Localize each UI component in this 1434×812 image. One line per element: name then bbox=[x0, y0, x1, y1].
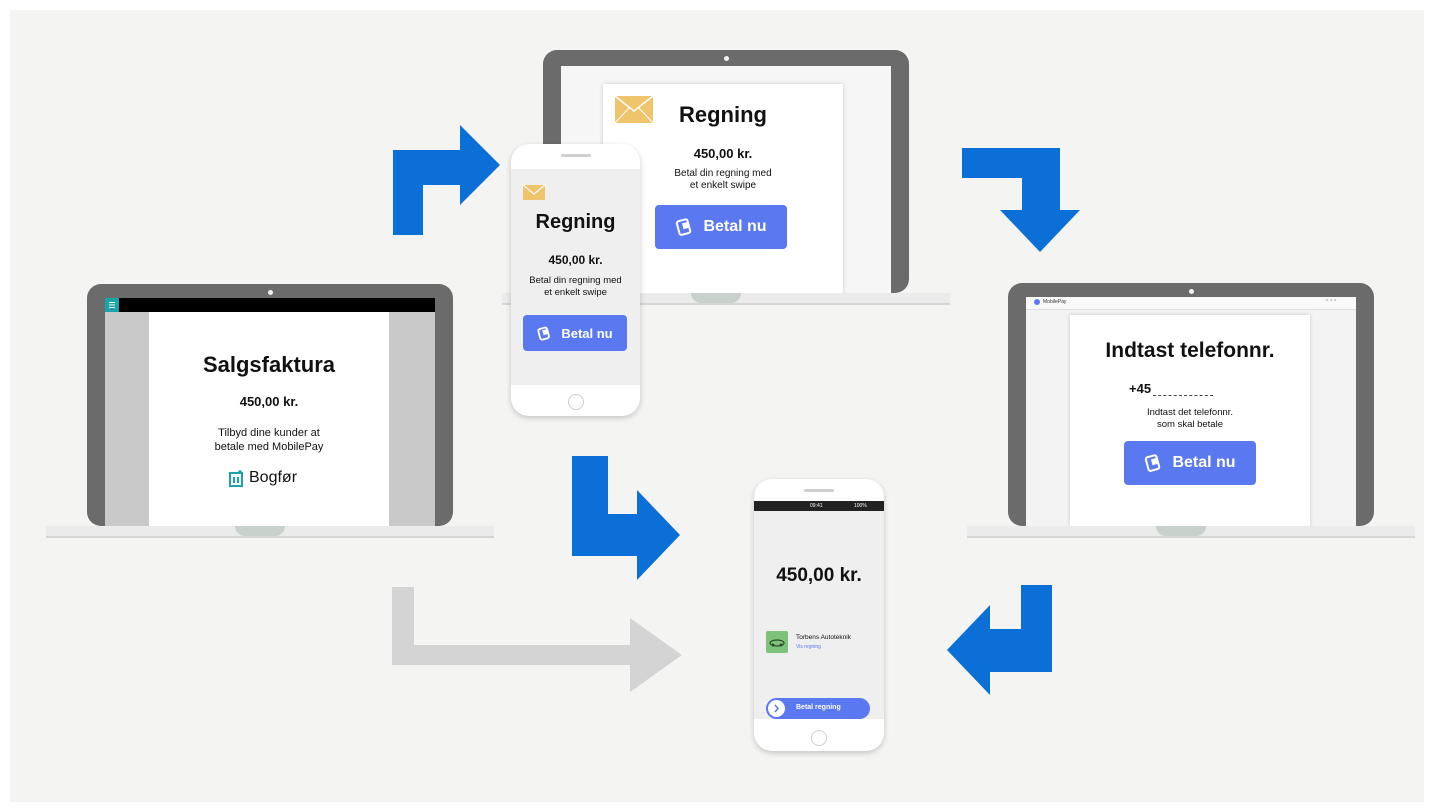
phone-prefix: +45 bbox=[1129, 381, 1152, 396]
status-bar: 09:41 100% bbox=[754, 501, 884, 511]
merchant-logo-icon bbox=[766, 631, 788, 653]
pay-now-label: Betal nu bbox=[1172, 454, 1236, 471]
right-laptop-screen: MobilePay ▫▫▫ Indtast telefonnr. +45 Ind… bbox=[1026, 297, 1356, 526]
browser-bar: MobilePay ▫▫▫ bbox=[1026, 297, 1356, 310]
bogfor-logo-icon bbox=[229, 470, 243, 487]
invoice-amount: 450,00 kr. bbox=[239, 394, 299, 409]
phone-number-input-line[interactable] bbox=[1153, 385, 1214, 396]
phone-entry-desc-line2: som skal betale bbox=[1156, 419, 1223, 430]
flow-diagram-canvas: Salgsfaktura 450,00 kr. Tilbyd dine kund… bbox=[10, 10, 1424, 802]
swipe-label: Betal regning bbox=[796, 704, 841, 711]
invoice-page: Salgsfaktura 450,00 kr. Tilbyd dine kund… bbox=[149, 312, 389, 526]
bill-title: Regning bbox=[679, 102, 767, 127]
bogfor-label: Bogfør bbox=[249, 469, 298, 486]
arrow-down-right bbox=[572, 456, 680, 580]
mobilepay-icon bbox=[537, 326, 551, 341]
swipe-to-pay-slider[interactable]: Betal regning bbox=[766, 698, 870, 719]
payment-amount: 450,00 kr. bbox=[776, 565, 862, 586]
view-bill-link[interactable]: Vis regning bbox=[796, 644, 821, 650]
merchant-name: Torbens Autoteknik bbox=[796, 634, 851, 641]
arrow-down-left bbox=[947, 585, 1052, 695]
mobilepay-icon bbox=[676, 218, 692, 236]
mobilepay-icon bbox=[1145, 454, 1161, 472]
arrow-up-right bbox=[393, 125, 500, 235]
left-laptop-screen: Salgsfaktura 450,00 kr. Tilbyd dine kund… bbox=[105, 298, 435, 526]
arrow-right-down bbox=[962, 148, 1080, 252]
camera-dot bbox=[1189, 289, 1194, 294]
pay-now-button[interactable]: Betal nu bbox=[1124, 441, 1256, 485]
invoice-desc-line1: Tilbyd dine kunder at bbox=[218, 427, 320, 439]
center-phone-screen: 09:41 100% 450,00 kr. Torbens Autoteknik… bbox=[754, 501, 884, 719]
hamburger-menu-icon[interactable] bbox=[105, 298, 119, 312]
home-button[interactable] bbox=[811, 730, 827, 746]
mobilepay-favicon-icon bbox=[1034, 299, 1040, 305]
phone-speaker bbox=[804, 489, 834, 492]
small-phone-screen: Regning 450,00 kr. Betal din regning med… bbox=[511, 169, 640, 385]
phone-bill-title: Regning bbox=[535, 211, 616, 233]
phone-pay-now-label: Betal nu bbox=[561, 325, 613, 341]
phone-pay-now-button[interactable]: Betal nu bbox=[523, 315, 627, 351]
phone-entry-page: Indtast telefonnr. +45 Indtast det telef… bbox=[1070, 315, 1310, 526]
swipe-handle[interactable] bbox=[768, 700, 785, 717]
left-laptop-notch bbox=[235, 526, 285, 536]
invoice-desc-line2: betale med MobilePay bbox=[214, 441, 324, 453]
phone-speaker bbox=[561, 154, 591, 157]
chevron-right-icon bbox=[774, 704, 779, 713]
app-topbar bbox=[105, 298, 435, 312]
bogfor-brand: Bogfør bbox=[229, 469, 297, 487]
phone-bill-desc-line1: Betal din regning med bbox=[529, 275, 622, 286]
status-time: 09:41 bbox=[810, 503, 823, 509]
top-laptop-notch bbox=[691, 293, 741, 303]
arrow-grey-down-right bbox=[392, 587, 682, 692]
camera-dot bbox=[724, 56, 729, 61]
phone-entry-desc-line1: Indtast det telefonnr. bbox=[1146, 407, 1234, 418]
invoice-title: Salgsfaktura bbox=[202, 352, 336, 377]
browser-tab-label[interactable]: MobilePay bbox=[1043, 299, 1066, 305]
pay-now-button[interactable]: Betal nu bbox=[655, 205, 787, 249]
phone-number-field[interactable]: +45 bbox=[1129, 381, 1214, 396]
envelope-icon bbox=[615, 96, 653, 123]
browser-controls-icon[interactable]: ▫▫▫ bbox=[1326, 298, 1338, 304]
right-laptop-notch bbox=[1156, 526, 1206, 536]
home-button[interactable] bbox=[568, 394, 584, 410]
camera-dot bbox=[268, 290, 273, 295]
pay-now-label: Betal nu bbox=[703, 218, 767, 235]
left-laptop: Salgsfaktura 450,00 kr. Tilbyd dine kund… bbox=[87, 284, 453, 526]
right-laptop: MobilePay ▫▫▫ Indtast telefonnr. +45 Ind… bbox=[1008, 283, 1374, 526]
phone-entry-title: Indtast telefonnr. bbox=[1105, 339, 1275, 362]
status-battery: 100% bbox=[854, 503, 867, 509]
envelope-icon bbox=[523, 185, 545, 200]
center-phone: 09:41 100% 450,00 kr. Torbens Autoteknik… bbox=[754, 479, 884, 751]
phone-bill-amount: 450,00 kr. bbox=[548, 253, 603, 267]
small-phone: Regning 450,00 kr. Betal din regning med… bbox=[511, 144, 640, 416]
phone-bill-desc-line2: et enkelt swipe bbox=[544, 287, 607, 298]
